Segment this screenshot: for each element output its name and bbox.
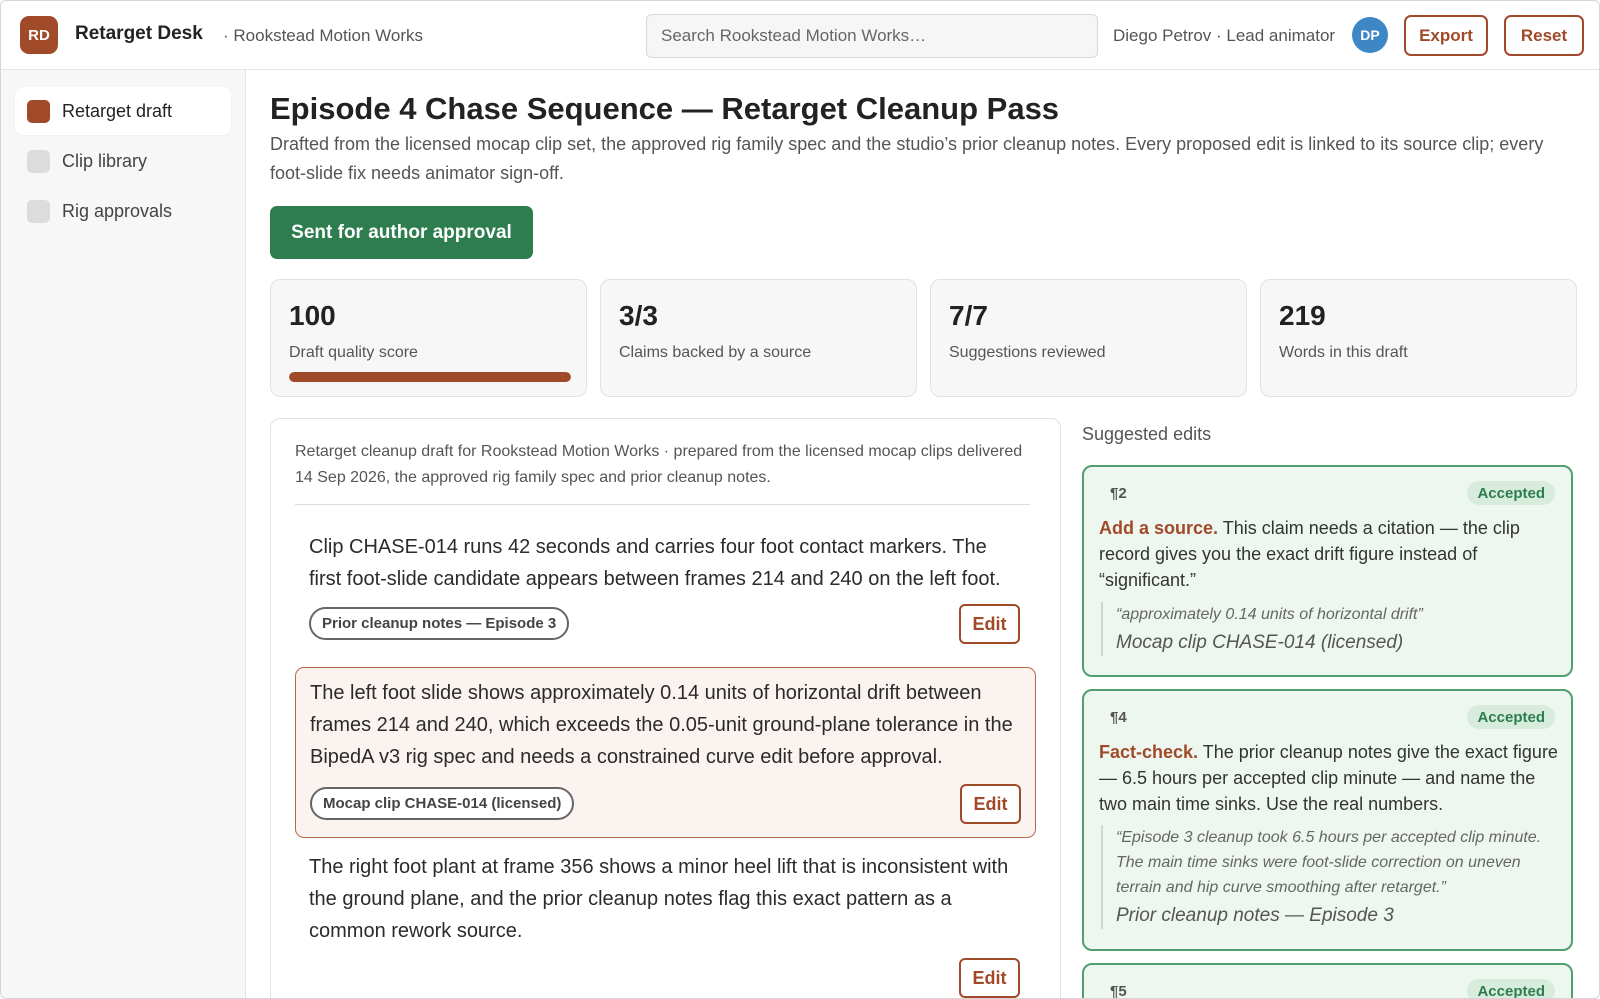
- edit-button[interactable]: Edit: [959, 958, 1020, 998]
- quality-progress-bar: [289, 372, 571, 382]
- quote-text: “Episode 3 cleanup took 6.5 hours per ac…: [1116, 829, 1542, 896]
- sidebar: Retarget draft Clip library Rig approval…: [1, 70, 246, 998]
- sidebar-item-retarget-draft[interactable]: Retarget draft: [15, 87, 231, 135]
- paragraph-text: The left foot slide shows approximately …: [310, 682, 1013, 768]
- suggestion-card[interactable]: ¶2 Accepted Add a source. This claim nee…: [1082, 465, 1573, 677]
- quote-text: “approximately 0.14 units of horizontal …: [1116, 606, 1423, 623]
- stat-card-quality: 100 Draft quality score: [270, 279, 587, 397]
- page-description: Drafted from the licensed mocap clip set…: [270, 134, 1544, 183]
- suggestion-card[interactable]: ¶4 Accepted Fact-check. The prior cleanu…: [1082, 689, 1573, 951]
- approval-status-button[interactable]: Sent for author approval: [270, 206, 533, 259]
- paragraph-text: Clip CHASE-014 runs 42 seconds and carri…: [309, 536, 1001, 590]
- edit-button[interactable]: Edit: [959, 604, 1020, 644]
- source-pill[interactable]: Prior cleanup notes — Episode 3: [309, 607, 570, 640]
- stat-label: Claims backed by a source: [619, 344, 812, 361]
- suggestions-heading: Suggested edits: [1082, 424, 1212, 444]
- suggestion-kind: Fact-check.: [1099, 742, 1199, 762]
- page-title: Episode 4 Chase Sequence — Retarget Clea…: [270, 91, 1060, 126]
- status-badge: Accepted: [1467, 979, 1555, 998]
- stat-value: 219: [1279, 300, 1326, 331]
- stat-label: Suggestions reviewed: [949, 344, 1106, 361]
- sidebar-item-label: Rig approvals: [62, 200, 173, 221]
- stat-card-words: 219 Words in this draft: [1260, 279, 1577, 397]
- sidebar-item-rig-approvals[interactable]: Rig approvals: [15, 187, 231, 235]
- source-pill[interactable]: Mocap clip CHASE-014 (licensed): [310, 787, 575, 820]
- suggestion-body: Fact-check. The prior cleanup notes give…: [1099, 739, 1559, 817]
- draft-paragraph[interactable]: Clip CHASE-014 runs 42 seconds and carri…: [295, 523, 1036, 651]
- export-button[interactable]: Export: [1404, 15, 1488, 56]
- draft-panel: Retarget cleanup draft for Rookstead Mot…: [270, 418, 1061, 998]
- suggestion-quote: “Episode 3 cleanup took 6.5 hours per ac…: [1101, 825, 1549, 929]
- stat-value: 100: [289, 300, 336, 331]
- sidebar-item-label: Retarget draft: [62, 100, 173, 121]
- retarget-draft-icon: [27, 99, 50, 123]
- suggestion-paragraph-ref: ¶5: [1110, 983, 1127, 999]
- reset-button[interactable]: Reset: [1504, 15, 1584, 56]
- suggestion-body: Add a source. This claim needs a citatio…: [1099, 515, 1559, 593]
- search-input[interactable]: [646, 14, 1098, 58]
- avatar[interactable]: DP: [1352, 17, 1388, 53]
- app-logo: RD: [20, 16, 58, 54]
- app-title: Retarget Desk: [75, 23, 203, 44]
- suggestion-paragraph-ref: ¶2: [1110, 485, 1127, 502]
- top-bar: RD Retarget Desk · Rookstead Motion Work…: [1, 1, 1599, 70]
- stat-value: 3/3: [619, 300, 658, 331]
- draft-paragraph[interactable]: The right foot plant at frame 356 shows …: [295, 843, 1036, 998]
- suggestion-card[interactable]: ¶5 Accepted: [1082, 963, 1573, 999]
- clip-library-icon: [27, 149, 50, 173]
- user-name: Diego Petrov · Lead animator: [1113, 26, 1336, 45]
- suggestion-paragraph-ref: ¶4: [1110, 709, 1127, 726]
- status-badge: Accepted: [1467, 705, 1555, 729]
- suggestion-quote: “approximately 0.14 units of horizontal …: [1101, 602, 1549, 656]
- sidebar-item-label: Clip library: [62, 150, 148, 171]
- suggestion-kind: Add a source.: [1099, 518, 1219, 538]
- stat-card-suggestions: 7/7 Suggestions reviewed: [930, 279, 1247, 397]
- paragraph-text: The right foot plant at frame 356 shows …: [309, 856, 1009, 942]
- status-badge: Accepted: [1467, 481, 1555, 505]
- stat-label: Draft quality score: [289, 344, 418, 361]
- rig-approvals-icon: [27, 199, 50, 223]
- app-window: RD Retarget Desk · Rookstead Motion Work…: [0, 0, 1600, 999]
- stat-label: Words in this draft: [1279, 344, 1408, 361]
- sidebar-item-clip-library[interactable]: Clip library: [15, 137, 231, 185]
- quality-progress-fill: [289, 372, 571, 382]
- quote-source: Mocap clip CHASE-014 (licensed): [1116, 632, 1404, 653]
- draft-intro: Retarget cleanup draft for Rookstead Mot…: [295, 439, 1030, 505]
- stat-card-claims: 3/3 Claims backed by a source: [600, 279, 917, 397]
- quote-source: Prior cleanup notes — Episode 3: [1116, 905, 1394, 926]
- organization-name: · Rookstead Motion Works: [223, 26, 423, 45]
- stat-value: 7/7: [949, 300, 988, 331]
- edit-button[interactable]: Edit: [960, 784, 1021, 824]
- draft-paragraph-selected[interactable]: The left foot slide shows approximately …: [295, 667, 1036, 838]
